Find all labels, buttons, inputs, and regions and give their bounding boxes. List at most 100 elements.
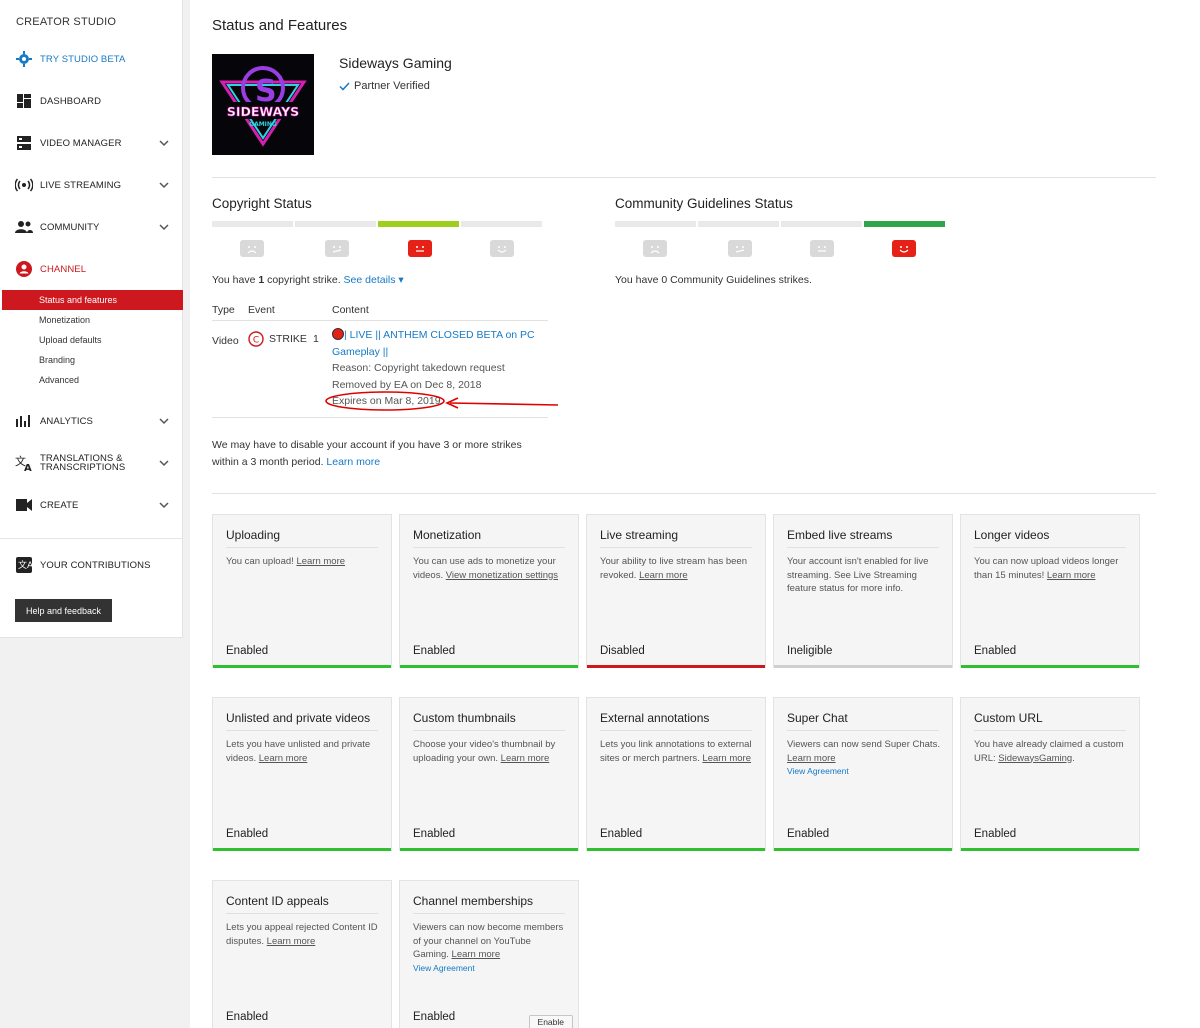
feature-card-status: Enabled: [226, 828, 269, 840]
feature-card-description: Your account isn't enabled for live stre…: [787, 555, 941, 596]
sidebar-sub-upload-defaults[interactable]: Upload defaults: [0, 330, 183, 350]
sidebar-label: TRY STUDIO BETA: [40, 53, 126, 65]
feature-card-title: Monetization: [413, 528, 482, 542]
feature-card-title: Custom thumbnails: [413, 711, 516, 725]
copyright-status-title: Copyright Status: [212, 196, 312, 211]
feature-card-divider: [226, 547, 378, 548]
feature-card-divider: [974, 547, 1126, 548]
sidebar-item-translations[interactable]: 文A TRANSLATIONS & TRANSCRIPTIONS: [0, 449, 183, 477]
sidebar-label: LIVE STREAMING: [40, 179, 122, 191]
sidebar-item-dashboard[interactable]: DASHBOARD: [0, 87, 183, 115]
feature-card-description: Your ability to live stream has been rev…: [600, 555, 754, 582]
feature-card-link[interactable]: Learn more: [787, 753, 836, 764]
feature-card: Unlisted and private videos Lets you have…: [212, 697, 392, 851]
sidebar-item-channel[interactable]: CHANNEL: [0, 255, 183, 283]
meter-segment: [698, 221, 779, 227]
feature-card-status: Enabled: [600, 828, 643, 840]
feature-card-link[interactable]: Learn more: [702, 753, 751, 764]
feature-card-suffix: .: [1072, 752, 1075, 764]
learn-more-link[interactable]: Learn more: [326, 456, 380, 468]
strike-video-link[interactable]: | LIVE || ANTHEM CLOSED BETA on PC Gamep…: [332, 329, 535, 358]
sidebar-item-your-contributions[interactable]: 文A YOUR CONTRIBUTIONS: [0, 551, 183, 579]
sidebar-item-community[interactable]: COMMUNITY: [0, 213, 183, 241]
feature-card-status: Disabled: [600, 645, 645, 657]
copyright-strike-meter: [212, 221, 542, 227]
chevron-down-icon[interactable]: [159, 180, 169, 190]
sidebar-sub-status-and-features[interactable]: Status and features: [2, 290, 183, 310]
table-divider: [212, 320, 548, 321]
chevron-down-icon[interactable]: [159, 222, 169, 232]
analytics-icon: [15, 412, 33, 430]
page-title: Status and Features: [212, 17, 348, 34]
feature-card-link[interactable]: SidewaysGaming: [998, 753, 1072, 764]
help-and-feedback-button[interactable]: Help and feedback: [15, 599, 112, 622]
annotation-circle-arrow: [325, 391, 559, 411]
neutral-face-icon: [408, 240, 432, 257]
feature-card-link[interactable]: Learn more: [259, 753, 308, 764]
enable-button[interactable]: Enable: [528, 1015, 573, 1028]
feature-card-link[interactable]: Learn more: [1047, 570, 1096, 581]
strike-number: 1: [312, 333, 319, 345]
sidebar-sub-branding[interactable]: Branding: [0, 350, 183, 370]
sidebar-item-try-studio-beta[interactable]: TRY STUDIO BETA: [0, 45, 183, 73]
community-strike-summary: You have 0 Community Guidelines strikes.: [615, 274, 812, 286]
feature-card-divider: [226, 730, 378, 731]
sidebar-item-live-streaming[interactable]: LIVE STREAMING: [0, 171, 183, 199]
sidebar-label: TRANSCRIPTIONS: [40, 462, 126, 473]
meh-face-icon: [325, 240, 349, 257]
feature-card: External annotations Lets you link annota…: [586, 697, 766, 851]
feature-card-status: Enabled: [413, 645, 456, 657]
feature-status-bar: [961, 848, 1139, 851]
contributions-icon: 文A: [15, 556, 33, 574]
sidebar-sub-monetization[interactable]: Monetization: [0, 310, 183, 330]
feature-card-title: Channel memberships: [413, 894, 534, 908]
feature-card-link[interactable]: Learn more: [296, 556, 345, 567]
chevron-down-icon[interactable]: [159, 416, 169, 426]
sidebar-item-create[interactable]: CREATE: [0, 491, 183, 519]
feature-card: Custom thumbnails Choose your video's thu…: [399, 697, 579, 851]
feature-card-description: Viewers can now send Super Chats. Learn …: [787, 738, 941, 779]
sidebar-item-analytics[interactable]: ANALYTICS: [0, 407, 183, 435]
feature-card-description: Lets you have unlisted and private video…: [226, 738, 380, 765]
feature-card-title: Longer videos: [974, 528, 1050, 542]
view-agreement-link[interactable]: View Agreement: [413, 963, 475, 973]
logo-subtext: GAMING: [249, 121, 277, 128]
sidebar-label: COMMUNITY: [40, 221, 100, 233]
feature-card-text: Your account isn't enabled for live stre…: [787, 556, 929, 594]
chevron-down-icon[interactable]: [159, 138, 169, 148]
neutral-face-icon: [810, 240, 834, 257]
happy-face-icon: [892, 240, 916, 257]
view-agreement-link[interactable]: View Agreement: [787, 766, 849, 776]
meh-face-icon: [728, 240, 752, 257]
feature-card: Live streaming Your ability to live strea…: [586, 514, 766, 668]
feature-card-link[interactable]: Learn more: [267, 936, 316, 947]
divider: [212, 177, 1156, 178]
channel-logo: S SIDEWAYS GAMING: [212, 54, 314, 155]
feature-card-link[interactable]: Learn more: [452, 949, 501, 960]
feature-card-status: Enabled: [974, 828, 1017, 840]
meter-segment: [615, 221, 696, 227]
feature-card-title: Custom URL: [974, 711, 1043, 725]
copyright-strike-summary: You have 1 copyright strike. See details…: [212, 274, 404, 286]
feature-card-link[interactable]: Learn more: [501, 753, 550, 764]
sidebar-label: DASHBOARD: [40, 95, 102, 107]
sidebar-sub-advanced[interactable]: Advanced: [0, 370, 183, 390]
feature-card-link[interactable]: Learn more: [639, 570, 688, 581]
feature-card-divider: [787, 730, 939, 731]
happy-face-icon: [490, 240, 514, 257]
chevron-down-icon[interactable]: [159, 500, 169, 510]
sidebar-item-video-manager[interactable]: VIDEO MANAGER: [0, 129, 183, 157]
sidebar-label: CREATE: [40, 499, 79, 511]
strike-warning: We may have to disable your account if y…: [212, 437, 542, 471]
see-details-link[interactable]: See details ▾: [344, 274, 404, 286]
feature-card-description: Choose your video's thumbnail by uploadi…: [413, 738, 567, 765]
sad-face-icon: [643, 240, 667, 257]
meter-segment: [212, 221, 293, 227]
feature-card-divider: [413, 730, 565, 731]
sidebar-label: VIDEO MANAGER: [40, 137, 122, 149]
meter-segment: [461, 221, 542, 227]
feature-card-title: Content ID appeals: [226, 894, 329, 908]
feature-card-link[interactable]: View monetization settings: [446, 570, 558, 581]
chevron-down-icon[interactable]: [159, 458, 169, 468]
live-dot-icon: [332, 328, 344, 340]
